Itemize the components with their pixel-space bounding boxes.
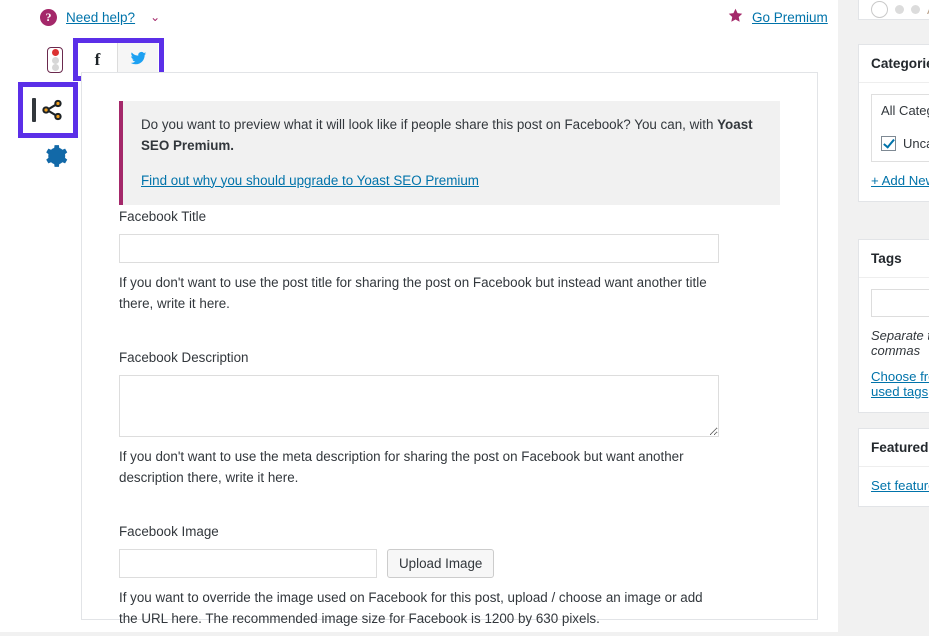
category-item-label: Uncategorized xyxy=(903,136,929,151)
wp-post-sidebar: A Categories All Categories Uncategorize… xyxy=(858,0,929,632)
need-help-row[interactable]: ? Need help? ⌄ xyxy=(40,6,160,28)
facebook-form: Facebook Title If you don't want to use … xyxy=(119,209,784,636)
choose-from-used-tags-link[interactable]: Choose from the most used tags xyxy=(871,369,929,399)
need-help-link[interactable]: Need help? xyxy=(66,10,135,25)
partial-panel-top: A xyxy=(858,0,929,20)
dot-icon xyxy=(895,5,904,14)
premium-upsell-notice: Do you want to preview what it will look… xyxy=(119,101,780,206)
featured-image-panel: Featured image Set featured image xyxy=(858,428,929,507)
sidebar-item-social-share[interactable] xyxy=(18,82,78,138)
categories-panel-title: Categories xyxy=(859,45,929,83)
dot-icon xyxy=(911,5,920,14)
facebook-image-row: Upload Image xyxy=(119,548,784,578)
upgrade-premium-link[interactable]: Find out why you should upgrade to Yoast… xyxy=(141,173,479,188)
facebook-title-label: Facebook Title xyxy=(119,209,207,224)
facebook-image-field: Facebook Image Upload Image If you want … xyxy=(119,524,784,630)
chevron-down-icon[interactable]: ⌄ xyxy=(150,11,160,23)
seo-score-traffic-light-icon xyxy=(47,47,63,73)
star-icon xyxy=(727,7,744,27)
traffic-lamp-green xyxy=(51,63,59,71)
tags-panel: Tags Separate tags with commas Choose fr… xyxy=(858,239,929,413)
field-spacer-2 xyxy=(119,495,784,524)
traffic-lamp-red xyxy=(51,49,59,57)
notice-link-row: Find out why you should upgrade to Yoast… xyxy=(141,171,764,192)
set-featured-image-link[interactable]: Set featured image xyxy=(871,478,929,493)
facebook-title-hint: If you don't want to use the post title … xyxy=(119,275,707,312)
facebook-description-textarea[interactable] xyxy=(119,374,719,437)
add-new-category-link[interactable]: + Add New Category xyxy=(871,173,929,188)
field-spacer-1 xyxy=(119,321,784,350)
notice-text: Do you want to preview what it will look… xyxy=(141,115,764,157)
social-share-icon xyxy=(31,97,65,123)
facebook-description-hint: If you don't want to use the meta descri… xyxy=(119,448,684,486)
traffic-lamp-amber xyxy=(51,56,59,64)
tags-panel-title: Tags xyxy=(859,240,929,278)
editor-screen: ? Need help? ⌄ Go Premium f Do you want … xyxy=(0,0,929,632)
tags-hint: Separate tags with commas xyxy=(871,328,929,358)
tags-panel-body: Separate tags with commas Choose from th… xyxy=(859,278,929,412)
featured-image-panel-body: Set featured image xyxy=(859,467,929,506)
gear-icon xyxy=(42,143,68,172)
facebook-settings-metabox: Do you want to preview what it will look… xyxy=(81,72,818,626)
choose-tags-row: Choose from the most used tags xyxy=(871,369,929,399)
notice-text-lead: Do you want to preview what it will look… xyxy=(141,117,718,132)
radio-icon[interactable] xyxy=(871,1,888,18)
facebook-description-label: Facebook Description xyxy=(119,349,249,365)
editor-main-column: ? Need help? ⌄ Go Premium f Do you want … xyxy=(0,0,838,632)
sidebar-item-advanced-settings[interactable] xyxy=(38,140,72,174)
partial-panel-row: A xyxy=(859,0,929,18)
category-item-uncategorized[interactable]: Uncategorized xyxy=(881,136,929,151)
facebook-icon: f xyxy=(94,50,101,69)
upload-image-button[interactable]: Upload Image xyxy=(387,548,495,578)
sidebar-item-seo-score[interactable] xyxy=(38,40,72,80)
all-categories-tab[interactable]: All Categories xyxy=(881,103,929,118)
categories-list-box: All Categories Uncategorized xyxy=(871,94,929,162)
go-premium-row[interactable]: Go Premium xyxy=(727,7,828,27)
facebook-image-hint: If you want to override the image used o… xyxy=(119,589,703,627)
categories-panel: Categories All Categories Uncategorized … xyxy=(858,44,929,202)
facebook-image-input[interactable] xyxy=(119,548,377,578)
facebook-description-field: Facebook Description If you don't want t… xyxy=(119,350,784,489)
twitter-bird-icon xyxy=(130,50,147,70)
share-bar-accent xyxy=(31,98,36,122)
question-mark-circle-icon: ? xyxy=(40,8,57,26)
add-new-category-row: + Add New Category xyxy=(871,173,929,188)
featured-image-panel-title: Featured image xyxy=(859,429,929,467)
facebook-title-field: Facebook Title If you don't want to use … xyxy=(119,209,784,315)
categories-panel-body: All Categories Uncategorized + Add New C… xyxy=(859,83,929,201)
sidebar-tab-rail xyxy=(38,40,72,80)
tags-input[interactable] xyxy=(871,289,929,317)
go-premium-link[interactable]: Go Premium xyxy=(752,10,828,25)
facebook-image-label: Facebook Image xyxy=(119,523,219,539)
checkbox-checked-icon[interactable] xyxy=(881,136,896,151)
facebook-title-input[interactable] xyxy=(119,234,719,263)
